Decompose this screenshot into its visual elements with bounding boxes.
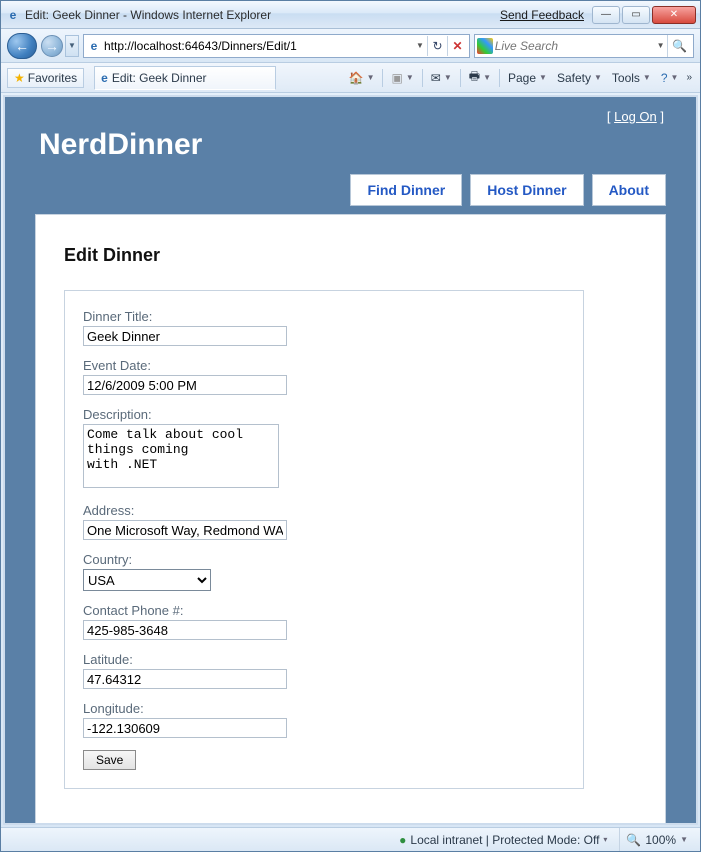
favorites-label: Favorites: [28, 71, 77, 85]
content-viewport[interactable]: [ Log On ] NerdDinner Find Dinner Host D…: [3, 95, 698, 825]
menu-about[interactable]: About: [592, 174, 666, 206]
star-icon: ★: [14, 71, 25, 85]
window-buttons: — ▭ ✕: [592, 6, 696, 24]
zone-dropdown[interactable]: ▾: [603, 835, 607, 844]
ie-window: e Edit: Geek Dinner - Windows Internet E…: [0, 0, 701, 852]
send-feedback-link[interactable]: Send Feedback: [500, 8, 584, 22]
label-latitude: Latitude:: [83, 652, 565, 667]
help-icon: ?: [661, 71, 668, 85]
label-longitude: Longitude:: [83, 701, 565, 716]
zoom-value: 100%: [645, 833, 676, 847]
home-button[interactable]: 🏠▼: [345, 69, 379, 87]
print-icon: 🖶: [469, 67, 480, 88]
search-box[interactable]: ▼ 🔍: [474, 34, 694, 58]
label-address: Address:: [83, 503, 565, 518]
menu-find-dinner[interactable]: Find Dinner: [350, 174, 462, 206]
forward-button[interactable]: →: [41, 35, 63, 57]
main-menu: Find Dinner Host Dinner About: [5, 174, 696, 214]
page-menu[interactable]: Page▼: [504, 69, 551, 87]
page-favicon: e: [86, 38, 102, 54]
zoom-icon: 🔍: [626, 833, 641, 847]
favorites-button[interactable]: ★ Favorites: [7, 68, 84, 88]
mail-icon: ✉: [431, 71, 441, 85]
navigation-bar: ← → ▼ e ▼ ↻ ✕ ▼ 🔍: [1, 29, 700, 63]
search-input[interactable]: [493, 36, 654, 56]
help-button[interactable]: ?▼: [657, 69, 683, 87]
window-title: Edit: Geek Dinner - Windows Internet Exp…: [25, 8, 271, 22]
tab-title: Edit: Geek Dinner: [112, 71, 207, 85]
mail-button[interactable]: ✉▼: [427, 69, 456, 87]
url-input[interactable]: [102, 36, 413, 56]
print-button[interactable]: 🖶▼: [465, 65, 495, 90]
label-title: Dinner Title:: [83, 309, 565, 324]
address-bar[interactable]: e ▼ ↻ ✕: [83, 34, 470, 58]
logon-link[interactable]: Log On: [614, 109, 657, 124]
command-bar: ★ Favorites e Edit: Geek Dinner 🏠▼ ▣▼ ✉▼…: [1, 63, 700, 93]
input-address[interactable]: [83, 520, 287, 540]
arrow-right-icon: →: [45, 38, 59, 54]
recent-pages-dropdown[interactable]: ▼: [65, 35, 79, 57]
maximize-button[interactable]: ▭: [622, 6, 650, 24]
page-heading: Edit Dinner: [64, 245, 637, 266]
search-button[interactable]: 🔍: [667, 35, 691, 57]
save-button[interactable]: Save: [83, 750, 136, 770]
tab-favicon: e: [101, 71, 108, 85]
minimize-button[interactable]: —: [592, 6, 620, 24]
ie-icon: e: [5, 7, 21, 23]
stop-button[interactable]: ✕: [447, 36, 467, 56]
home-icon: 🏠: [349, 71, 364, 85]
zoom-dropdown[interactable]: ▼: [680, 835, 688, 844]
account-bar: [ Log On ]: [5, 103, 696, 124]
arrow-left-icon: ←: [15, 38, 29, 54]
tools-menu[interactable]: Tools▼: [608, 69, 655, 87]
security-zone[interactable]: ● Local intranet | Protected Mode: Off ▾: [393, 828, 613, 851]
titlebar: e Edit: Geek Dinner - Windows Internet E…: [1, 1, 700, 29]
label-description: Description:: [83, 407, 565, 422]
search-provider-dropdown[interactable]: ▼: [654, 36, 668, 56]
input-latitude[interactable]: [83, 669, 287, 689]
chevron-right-icon: »: [686, 72, 692, 83]
refresh-button[interactable]: ↻: [427, 36, 447, 56]
zone-text: Local intranet | Protected Mode: Off: [410, 833, 599, 847]
status-bar: ● Local intranet | Protected Mode: Off ▾…: [1, 827, 700, 851]
globe-icon: ●: [399, 833, 406, 847]
edit-dinner-form: Dinner Title: Event Date: Description: C…: [64, 290, 584, 789]
input-event-date[interactable]: [83, 375, 287, 395]
content-card: Edit Dinner Dinner Title: Event Date: De…: [35, 214, 666, 825]
input-longitude[interactable]: [83, 718, 287, 738]
input-title[interactable]: [83, 326, 287, 346]
zoom-control[interactable]: 🔍 100% ▼: [619, 828, 694, 851]
close-button[interactable]: ✕: [652, 6, 696, 24]
input-phone[interactable]: [83, 620, 287, 640]
browser-tab[interactable]: e Edit: Geek Dinner: [94, 66, 276, 90]
menu-host-dinner[interactable]: Host Dinner: [470, 174, 583, 206]
label-event-date: Event Date:: [83, 358, 565, 373]
safety-menu[interactable]: Safety▼: [553, 69, 606, 87]
feeds-button[interactable]: ▣▼: [387, 69, 417, 87]
live-search-icon: [477, 38, 493, 54]
select-country[interactable]: USA: [83, 569, 211, 591]
toolbar-chevron[interactable]: »: [684, 70, 694, 85]
label-phone: Contact Phone #:: [83, 603, 565, 618]
page-body: [ Log On ] NerdDinner Find Dinner Host D…: [5, 97, 696, 825]
address-dropdown[interactable]: ▼: [413, 36, 427, 56]
input-description[interactable]: Come talk about cool things coming with …: [83, 424, 279, 488]
back-button[interactable]: ←: [7, 33, 37, 59]
rss-icon: ▣: [391, 71, 402, 85]
site-brand: NerdDinner: [5, 124, 696, 174]
label-country: Country:: [83, 552, 565, 567]
